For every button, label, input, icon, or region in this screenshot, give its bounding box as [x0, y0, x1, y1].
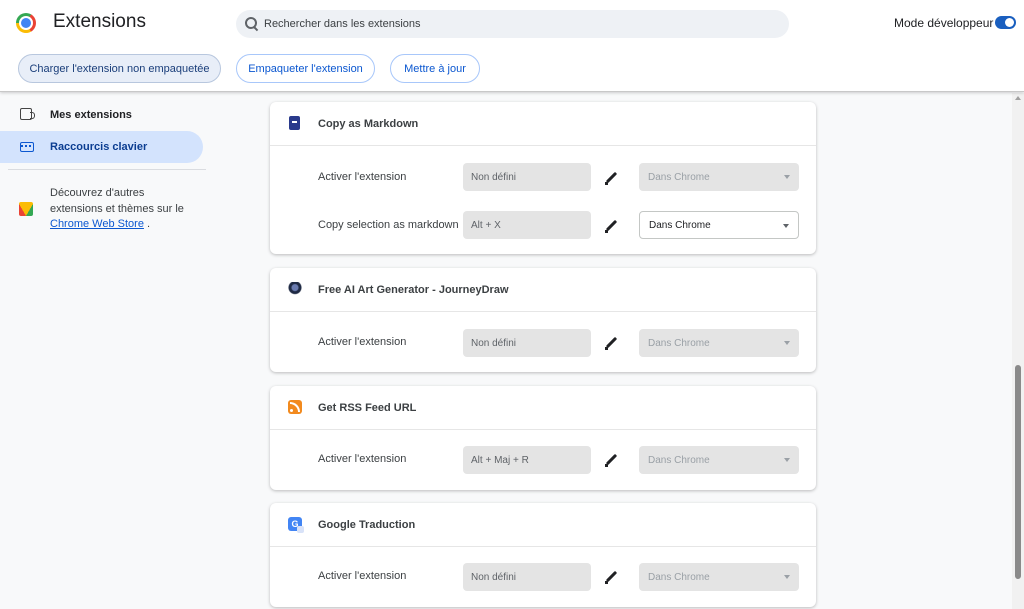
- scope-value: Dans Chrome: [648, 571, 710, 583]
- store-text-after: .: [143, 218, 151, 230]
- scrollbar[interactable]: [1012, 93, 1024, 609]
- sidebar-item-keyboard-shortcuts[interactable]: Raccourcis clavier: [0, 131, 203, 163]
- chevron-down-icon: [784, 575, 790, 579]
- chevron-down-icon: [784, 458, 790, 462]
- extension-name: Get RSS Feed URL: [318, 402, 417, 414]
- edit-pencil-icon[interactable]: [604, 453, 618, 467]
- edit-pencil-icon[interactable]: [604, 570, 618, 584]
- load-unpacked-button[interactable]: Charger l'extension non empaquetée: [18, 54, 221, 83]
- command-label: Copy selection as markdown: [318, 219, 459, 231]
- card-header: G Google Traduction: [270, 503, 816, 547]
- shortcut-field[interactable]: Non défini: [463, 329, 591, 357]
- puzzle-icon: [20, 108, 35, 120]
- search-icon: [245, 17, 259, 31]
- sidebar-item-label: Mes extensions: [50, 109, 132, 121]
- extension-name: Free AI Art Generator - JourneyDraw: [318, 284, 509, 296]
- extension-card-journeydraw: Free AI Art Generator - JourneyDraw Acti…: [270, 268, 816, 372]
- scope-value: Dans Chrome: [648, 454, 710, 466]
- extension-card-google-traduction: G Google Traduction Activer l'extension …: [270, 503, 816, 607]
- search-bar[interactable]: [236, 10, 789, 38]
- command-label: Activer l'extension: [318, 336, 407, 348]
- command-label: Activer l'extension: [318, 453, 407, 465]
- extension-name: Google Traduction: [318, 519, 416, 531]
- sidebar-item-label: Raccourcis clavier: [50, 141, 148, 153]
- dev-mode-toggle[interactable]: [995, 16, 1016, 29]
- command-label: Activer l'extension: [318, 171, 407, 183]
- chevron-down-icon: [784, 175, 790, 179]
- card-header: Free AI Art Generator - JourneyDraw: [270, 268, 816, 312]
- scrollbar-thumb[interactable]: [1015, 365, 1021, 579]
- copy-as-markdown-icon: [289, 116, 300, 130]
- scope-value: Dans Chrome: [648, 337, 710, 349]
- chrome-logo-icon: [16, 13, 36, 33]
- shortcut-field[interactable]: Non défini: [463, 563, 591, 591]
- store-promo-text: Découvrez d'autres extensions et thèmes …: [50, 186, 190, 233]
- google-translate-icon: G: [288, 517, 304, 533]
- keyboard-icon: [20, 142, 34, 152]
- pack-extension-button[interactable]: Empaqueter l'extension: [236, 54, 375, 83]
- scope-select: Dans Chrome: [639, 446, 799, 474]
- scope-select[interactable]: Dans Chrome: [639, 211, 799, 239]
- journeydraw-icon: [288, 282, 302, 296]
- extension-card-get-rss-feed-url: Get RSS Feed URL Activer l'extension Alt…: [270, 386, 816, 490]
- edit-pencil-icon[interactable]: [604, 336, 618, 350]
- card-header: Get RSS Feed URL: [270, 386, 816, 430]
- store-text-before: Découvrez d'autres extensions et thèmes …: [50, 187, 184, 215]
- update-button[interactable]: Mettre à jour: [390, 54, 480, 83]
- page-title: Extensions: [53, 11, 146, 32]
- extension-card-copy-as-markdown: Copy as Markdown Activer l'extension Non…: [270, 102, 816, 254]
- shortcut-field[interactable]: Non défini: [463, 163, 591, 191]
- chevron-down-icon: [784, 341, 790, 345]
- search-input[interactable]: [264, 18, 764, 30]
- chrome-web-store-link[interactable]: Chrome Web Store: [50, 218, 144, 230]
- sidebar-divider: [8, 169, 206, 170]
- scroll-up-arrow-icon[interactable]: [1015, 96, 1021, 100]
- extension-name: Copy as Markdown: [318, 118, 419, 130]
- command-label: Activer l'extension: [318, 570, 407, 582]
- chrome-web-store-icon: [19, 202, 33, 216]
- scope-select: Dans Chrome: [639, 163, 799, 191]
- scope-value: Dans Chrome: [649, 219, 711, 231]
- edit-pencil-icon[interactable]: [604, 219, 618, 233]
- rss-icon: [288, 400, 302, 414]
- sidebar-item-my-extensions[interactable]: Mes extensions: [0, 99, 203, 131]
- sidebar: Mes extensions Raccourcis clavier Découv…: [0, 93, 215, 609]
- card-header: Copy as Markdown: [270, 102, 816, 146]
- edit-pencil-icon[interactable]: [604, 171, 618, 185]
- scope-value: Dans Chrome: [648, 171, 710, 183]
- scope-select: Dans Chrome: [639, 563, 799, 591]
- shortcut-field[interactable]: Alt + X: [463, 211, 591, 239]
- scope-select: Dans Chrome: [639, 329, 799, 357]
- dev-mode-label: Mode développeur: [894, 16, 994, 30]
- top-toolbar: Extensions Mode développeur Charger l'ex…: [0, 0, 1024, 92]
- shortcut-field[interactable]: Alt + Maj + R: [463, 446, 591, 474]
- chevron-down-icon: [783, 224, 789, 228]
